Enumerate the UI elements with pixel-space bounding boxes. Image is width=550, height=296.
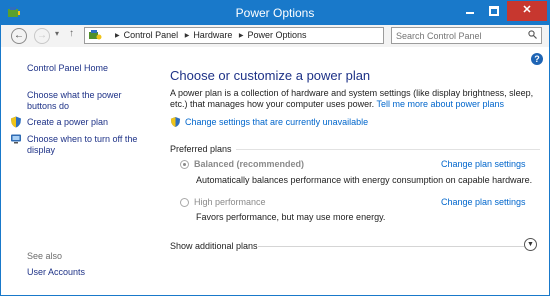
title-bar: Power Options ✕ <box>1 1 549 25</box>
plan-description: Automatically balances performance with … <box>196 175 533 185</box>
monitor-icon <box>11 134 21 144</box>
search-input[interactable] <box>396 29 524 42</box>
close-icon: ✕ <box>522 4 532 16</box>
forward-button[interactable]: → <box>34 28 50 44</box>
see-also-label: See also <box>27 251 63 261</box>
change-unavailable-settings-link[interactable]: Change settings that are currently unava… <box>185 117 368 127</box>
show-additional-plans-label[interactable]: Show additional plans <box>170 241 258 251</box>
power-options-window: Power Options ✕ ← → ▾ ↑ ▶ Control Panel ▶… <box>0 0 550 296</box>
section-divider <box>258 246 524 247</box>
create-power-plan-link[interactable]: Create a power plan <box>27 117 152 128</box>
balanced-radio[interactable] <box>180 160 189 169</box>
page-description: A power plan is a collection of hardware… <box>170 88 540 110</box>
plan-description: Favors performance, but may use more ene… <box>196 212 386 222</box>
plan-name[interactable]: High performance <box>194 197 266 207</box>
main-content: ? Choose or customize a power plan A pow… <box>156 47 549 295</box>
forward-arrow-icon: → <box>37 30 47 41</box>
maximize-button[interactable] <box>482 1 506 21</box>
breadcrumb-chevron-icon[interactable]: ▶ <box>185 33 190 39</box>
address-bar[interactable]: ▶ Control Panel ▶ Hardware ▶ Power Options … <box>84 27 459 45</box>
left-navigation-pane: Control Panel Home Choose what the power… <box>1 47 156 295</box>
help-icon[interactable]: ? <box>531 53 543 65</box>
breadcrumb-item[interactable]: Control Panel <box>124 30 179 40</box>
navigation-bar: ← → ▾ ↑ ▶ Control Panel ▶ Hardware ▶ Power … <box>1 25 549 47</box>
section-divider <box>236 149 540 150</box>
change-plan-settings-link[interactable]: Change plan settings <box>441 197 526 207</box>
back-button[interactable]: ← <box>11 28 27 44</box>
breadcrumb: ▶ Control Panel ▶ Hardware ▶ Power Options <box>111 28 307 45</box>
back-arrow-icon: ← <box>14 30 24 41</box>
learn-more-link[interactable]: Tell me more about power plans <box>376 99 504 109</box>
change-plan-settings-link[interactable]: Change plan settings <box>441 159 526 169</box>
maximize-icon <box>489 6 499 16</box>
search-icon[interactable] <box>528 30 537 39</box>
control-panel-icon <box>89 30 102 40</box>
breadcrumb-chevron-icon[interactable]: ▶ <box>239 33 244 39</box>
page-title: Choose or customize a power plan <box>170 68 371 83</box>
high-performance-radio[interactable] <box>180 198 189 207</box>
close-button[interactable]: ✕ <box>507 1 547 21</box>
breadcrumb-item[interactable]: Power Options <box>247 30 306 40</box>
plan-name[interactable]: Balanced (recommended) <box>194 159 304 169</box>
shield-icon <box>170 116 181 128</box>
user-accounts-link[interactable]: User Accounts <box>27 267 152 278</box>
turn-off-display-link[interactable]: Choose when to turn off the display <box>27 134 152 156</box>
breadcrumb-item[interactable]: Hardware <box>193 30 232 40</box>
breadcrumb-chevron-icon[interactable]: ▶ <box>115 33 120 39</box>
power-buttons-link[interactable]: Choose what the power buttons do <box>27 90 152 112</box>
minimize-button[interactable] <box>458 1 482 21</box>
minimize-icon <box>466 12 474 14</box>
search-box[interactable] <box>391 27 542 44</box>
radio-selected-dot <box>183 163 186 166</box>
recent-pages-chevron-icon[interactable]: ▾ <box>55 29 59 38</box>
preferred-plans-label: Preferred plans <box>170 144 232 154</box>
expand-chevron-icon[interactable]: ▼ <box>524 238 537 251</box>
up-arrow-icon[interactable]: ↑ <box>69 28 74 39</box>
shield-icon <box>11 116 21 128</box>
control-panel-home-link[interactable]: Control Panel Home <box>27 63 152 74</box>
